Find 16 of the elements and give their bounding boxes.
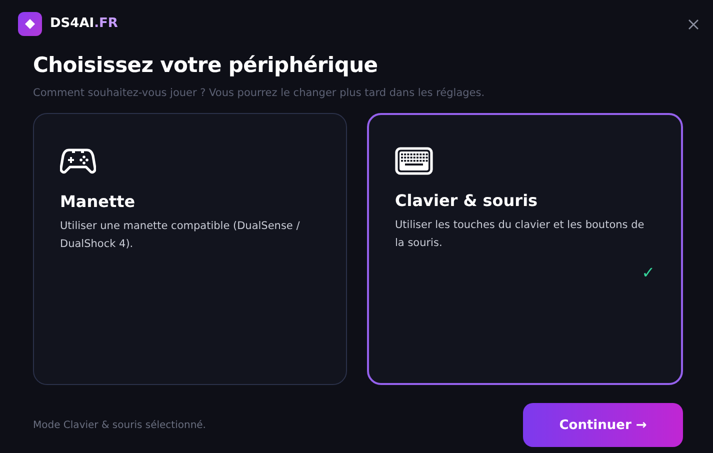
device-description: Utiliser les touches du clavier et les boutons de la souris. xyxy=(395,218,646,252)
gamepad-icon xyxy=(60,146,96,176)
app-logo xyxy=(18,12,42,36)
device-title: Manette xyxy=(60,191,136,214)
status-text: Mode Clavier & souris sélectionné. xyxy=(33,418,206,433)
device-card[interactable]: Clavier & souris Utiliser les touches du clavier et les boutons de la souris. ✓ xyxy=(367,113,683,386)
keyboard-icon xyxy=(395,147,433,176)
check-mark: ✓ xyxy=(642,262,655,284)
page-title: Choisissez votre périphérique xyxy=(33,52,379,79)
close-icon xyxy=(688,18,699,30)
app-name: DS4AI.FR xyxy=(50,14,118,33)
continue-button[interactable]: Continuer → xyxy=(523,403,683,448)
device-description: Utiliser une manette compatible (DualSense / DualShock 4). xyxy=(60,219,301,252)
device-card[interactable]: Manette Utiliser une manette compatible (DualSense / DualShock 4). xyxy=(33,113,347,386)
device-title: Clavier & souris xyxy=(395,190,539,212)
page-subtitle: Comment souhaitez-vous jouer ? Vous pourrez le changer plus tard dans les réglages. xyxy=(33,86,486,100)
